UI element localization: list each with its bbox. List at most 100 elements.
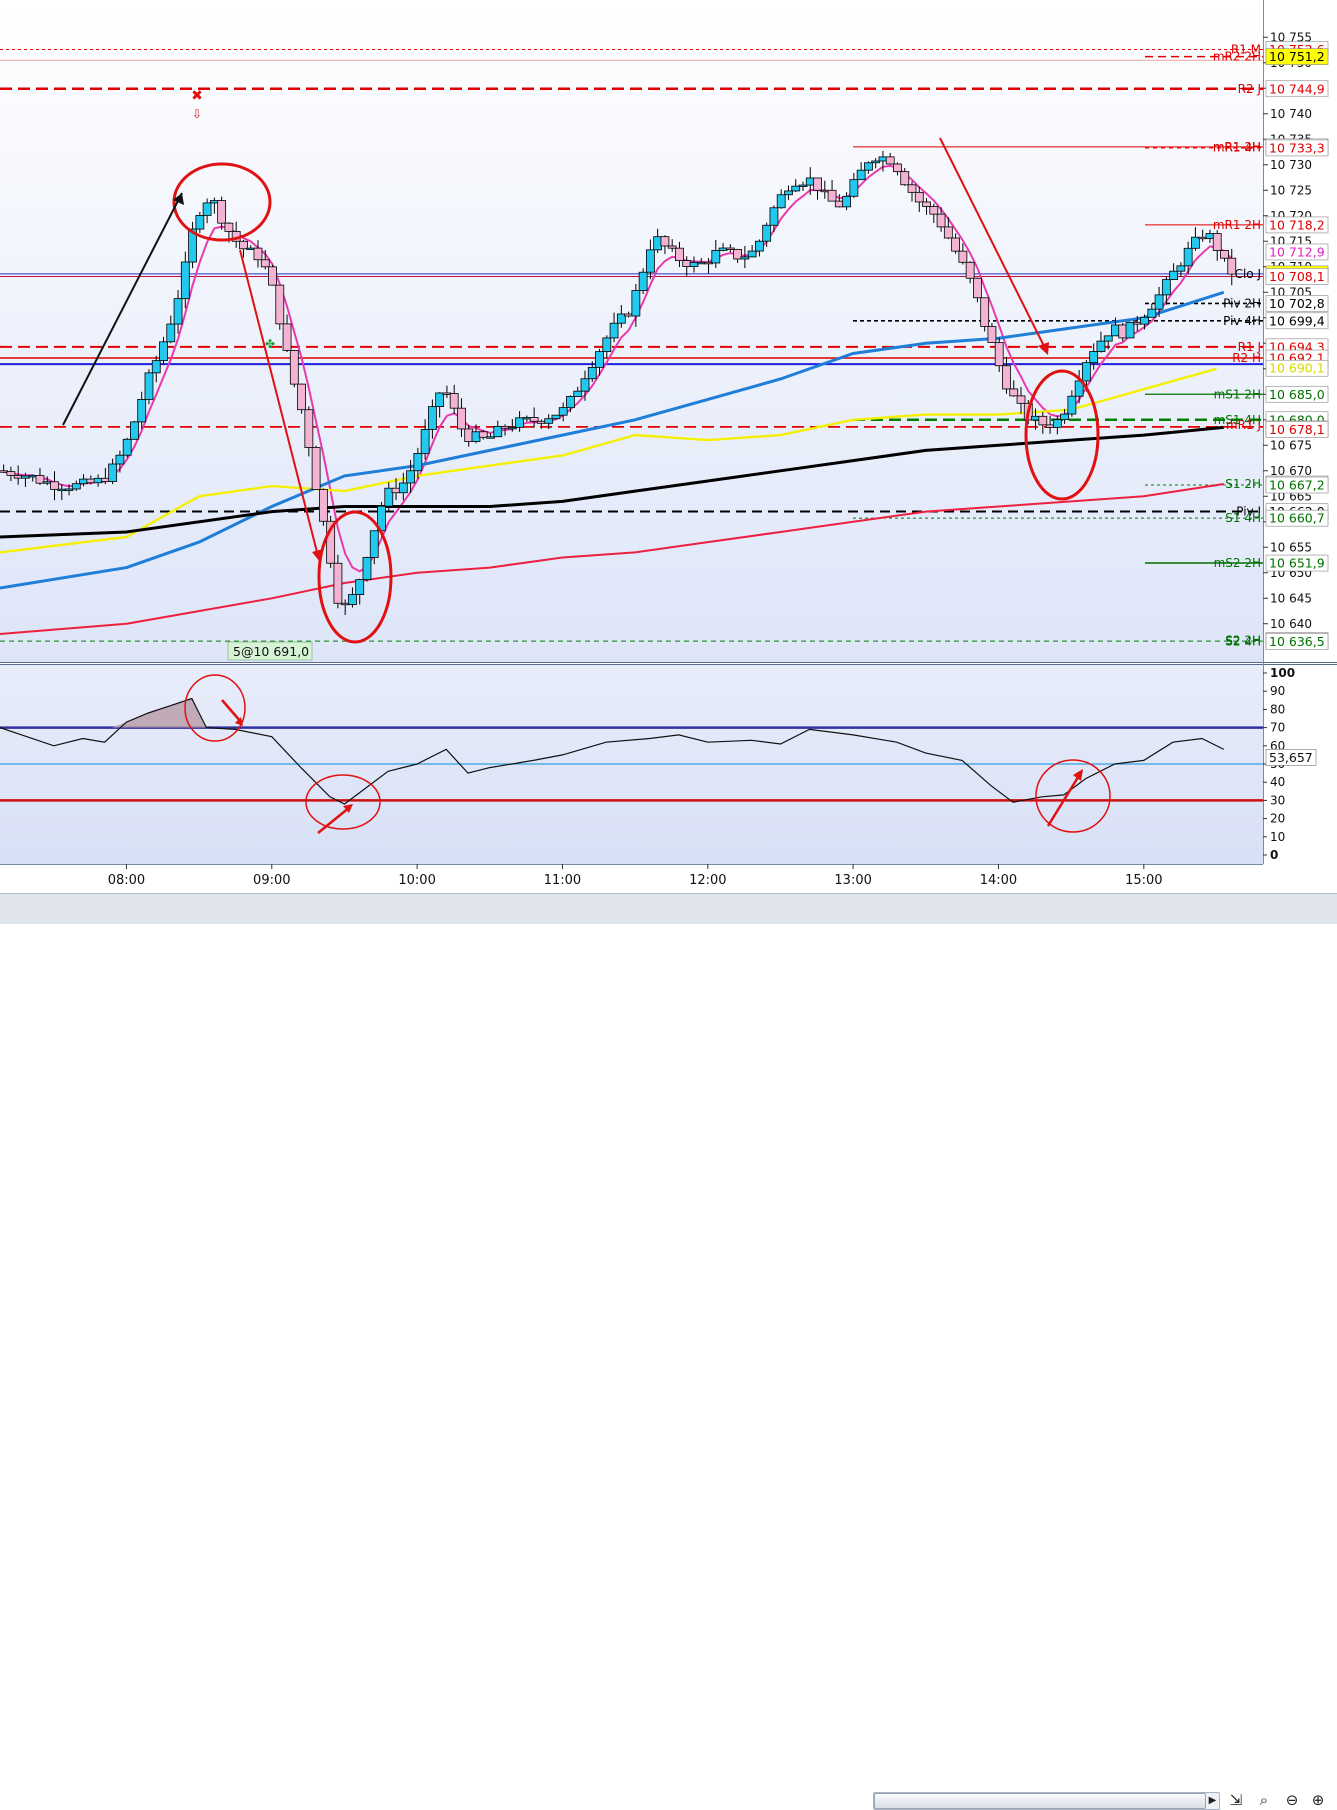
bullish-candle	[769, 207, 779, 226]
osc-tick-label: 90	[1270, 684, 1285, 698]
bearish-candle	[994, 342, 1004, 367]
bearish-candle	[813, 177, 822, 191]
bullish-candle	[551, 414, 561, 420]
bearish-candle	[86, 478, 96, 484]
bearish-candle	[667, 245, 677, 249]
bullish-candle	[587, 366, 597, 380]
bearish-candle	[1118, 324, 1128, 339]
bullish-candle	[776, 194, 786, 209]
bearish-candle	[464, 428, 474, 442]
bullish-candle	[21, 475, 30, 479]
bullish-candle	[42, 481, 52, 484]
bearish-candle	[1038, 415, 1048, 426]
chart-root[interactable]: 10 64010 64510 65010 65510 66010 66510 6…	[0, 0, 1337, 1810]
time-tick-label: 11:00	[544, 873, 581, 888]
bullish-candle	[471, 431, 481, 442]
bullish-candle	[159, 341, 168, 362]
price-level-tag-label: 10 702,8	[1269, 296, 1325, 311]
bearish-candle	[391, 487, 401, 494]
bullish-candle	[1096, 340, 1106, 352]
bullish-candle	[573, 390, 583, 397]
bearish-candle	[682, 260, 692, 267]
bullish-candle	[805, 177, 815, 186]
horizontal-scrollbar[interactable]: ▶	[873, 1792, 1220, 1810]
bearish-candle	[0, 470, 9, 473]
level-label: mR1 J	[1226, 418, 1261, 432]
level-label: S1 2H	[1225, 477, 1261, 491]
bearish-candle	[914, 191, 924, 203]
bearish-candle	[297, 383, 306, 411]
bullish-candle	[28, 475, 38, 478]
level-label: R2 H	[1232, 351, 1261, 365]
zoom-in-icon[interactable]: ⊕	[1308, 1790, 1328, 1810]
level-label: S1 4H	[1225, 511, 1261, 525]
scroll-right-arrow-icon[interactable]: ▶	[1206, 1793, 1219, 1809]
bullish-candle	[653, 236, 663, 251]
time-tick-label: 15:00	[1125, 873, 1162, 888]
osc-tick-label: 20	[1270, 812, 1285, 826]
bullish-candle	[631, 290, 641, 317]
bullish-candle	[864, 162, 873, 171]
bearish-candle	[987, 326, 997, 343]
zoom-fit-icon[interactable]: ⌕	[1254, 1790, 1274, 1810]
osc-tick-label: 80	[1270, 702, 1285, 716]
price-level-tag-label: 10 660,7	[1269, 511, 1325, 526]
bearish-candle	[224, 222, 234, 232]
bullish-candle	[566, 396, 575, 409]
bearish-candle	[624, 313, 633, 317]
price-tick-label: 10 640	[1270, 617, 1312, 631]
bearish-candle	[733, 249, 742, 260]
bullish-candle	[384, 487, 394, 507]
bullish-candle	[362, 557, 372, 580]
bullish-candle	[609, 322, 619, 339]
bullish-candle	[1111, 324, 1120, 337]
bullish-candle	[856, 169, 866, 181]
bullish-candle	[398, 482, 408, 494]
time-tick-label: 10:00	[398, 873, 435, 888]
bullish-candle	[871, 160, 881, 164]
price-tick-label: 10 675	[1270, 438, 1312, 452]
bearish-candle	[6, 471, 16, 476]
price-tick-label: 10 725	[1270, 183, 1312, 197]
bullish-candle	[71, 483, 81, 490]
bullish-candle	[689, 262, 699, 267]
bullish-candle	[616, 313, 626, 324]
bearish-candle	[965, 261, 975, 279]
bearish-candle	[900, 171, 910, 186]
level-label: mR1 2H	[1213, 218, 1261, 232]
level-label: mS2 2H	[1214, 556, 1261, 570]
price-tick-label: 10 730	[1270, 158, 1312, 172]
bullish-candle	[79, 478, 88, 485]
price-level-tag-label: 10 651,9	[1269, 556, 1325, 571]
scrollbar-thumb[interactable]	[874, 1793, 1206, 1809]
level-label: Piv 2H	[1223, 296, 1261, 310]
bearish-candle	[980, 297, 990, 327]
bearish-candle	[268, 266, 277, 286]
price-level-tag-label: 10 751,2	[1269, 49, 1325, 64]
bearish-candle	[275, 284, 285, 325]
bullish-candle	[64, 488, 74, 491]
osc-tick-label: 0	[1270, 848, 1278, 862]
bearish-candle	[893, 163, 902, 173]
bearish-candle	[1198, 236, 1208, 240]
bearish-candle	[885, 156, 895, 165]
bullish-candle	[1161, 279, 1171, 296]
bullish-candle	[195, 215, 205, 230]
bullish-candle	[115, 454, 125, 465]
bullish-candle	[173, 298, 183, 325]
bearish-candle	[478, 431, 488, 438]
bearish-candle	[973, 277, 982, 299]
pan-tool-icon[interactable]: ⇲	[1226, 1790, 1246, 1810]
price-chart[interactable]: 10 64010 64510 65010 65510 66010 66510 6…	[0, 0, 1337, 923]
bullish-candle	[1176, 265, 1186, 272]
bearish-candle	[827, 189, 837, 202]
bullish-candle	[798, 184, 808, 187]
bullish-candle	[747, 250, 757, 258]
bearish-candle	[529, 417, 539, 422]
bullish-candle	[166, 323, 176, 343]
bearish-candle	[333, 562, 343, 604]
zoom-out-icon[interactable]: ⊖	[1282, 1790, 1302, 1810]
price-level-tag-label: 10 733,3	[1269, 140, 1325, 155]
bullish-candle	[137, 399, 147, 423]
bearish-candle	[951, 237, 961, 252]
